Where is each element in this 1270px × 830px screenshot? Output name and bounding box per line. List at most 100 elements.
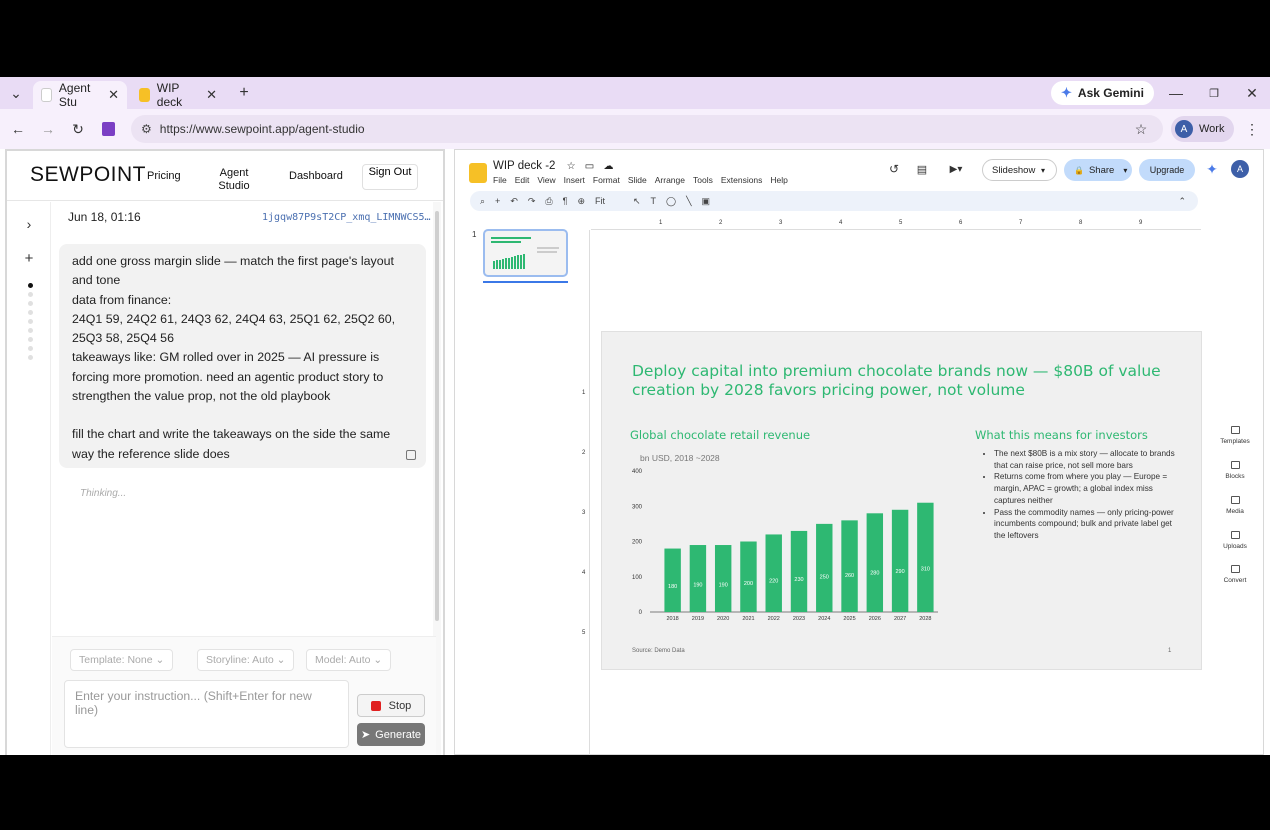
scrollbar-thumb[interactable] xyxy=(435,211,439,621)
nav-agent-studio[interactable]: Agent Studio xyxy=(213,167,255,193)
takeaway-list[interactable]: The next $80B is a mix story — allocate … xyxy=(994,448,1184,542)
history-dot[interactable] xyxy=(28,292,33,297)
media-tool[interactable]: Media xyxy=(1213,496,1257,515)
omnibox[interactable]: ⚙ https://www.sewpoint.app/agent-studio xyxy=(131,115,1163,143)
history-dot[interactable] xyxy=(28,319,33,324)
menu-view[interactable]: View xyxy=(537,175,555,185)
ask-gemini-button[interactable]: ✦ Ask Gemini xyxy=(1051,81,1154,105)
window-close-icon[interactable]: ✕ xyxy=(1244,85,1260,101)
comment-add-icon[interactable]: ▣ xyxy=(702,196,711,207)
editor-toolbar: ⌕ + ↶ ↷ ⎙ ¶ ⊕ Fit ↖ T ◯ ╲ ▣ ⌃ xyxy=(470,191,1198,211)
account-avatar[interactable]: A xyxy=(1231,160,1249,178)
blocks-tool[interactable]: Blocks xyxy=(1213,461,1257,480)
generate-button[interactable]: ➤ Generate xyxy=(357,723,425,746)
share-button[interactable]: 🔒 Share ▾ xyxy=(1064,159,1132,181)
minimize-icon[interactable]: — xyxy=(1168,85,1184,101)
menu-file[interactable]: File xyxy=(493,175,507,185)
logo[interactable]: SEWPOINT xyxy=(30,163,146,187)
menu-tools[interactable]: Tools xyxy=(693,175,713,185)
select-cursor-icon[interactable]: ↖ xyxy=(633,196,641,207)
storyline-select[interactable]: Storyline: Auto ⌄ xyxy=(197,649,295,671)
history-dot[interactable] xyxy=(28,310,33,315)
history-dot[interactable] xyxy=(28,301,33,306)
history-dot[interactable] xyxy=(28,355,33,360)
profile-button[interactable]: A Work xyxy=(1171,116,1235,142)
extension-icon[interactable] xyxy=(102,122,115,136)
undo-icon[interactable]: ↶ xyxy=(510,196,518,207)
collapse-toolbar-icon[interactable]: ⌃ xyxy=(1178,196,1186,207)
slideshow-button[interactable]: Slideshow ▾ xyxy=(982,159,1057,181)
meet-video-icon[interactable]: ▶▾ xyxy=(945,162,967,176)
text-box-icon[interactable]: T xyxy=(651,196,657,206)
menu-help[interactable]: Help xyxy=(770,175,787,185)
nav-pricing[interactable]: Pricing xyxy=(147,170,181,183)
uploads-tool[interactable]: Uploads xyxy=(1213,531,1257,550)
comments-icon[interactable]: ▤ xyxy=(915,162,929,176)
redo-icon[interactable]: ↷ xyxy=(528,196,536,207)
convert-tool[interactable]: Convert xyxy=(1213,565,1257,584)
tab-agent-studio[interactable]: Agent Stu ✕ xyxy=(33,81,127,109)
zoom-select[interactable]: Fit xyxy=(595,196,605,206)
move-folder-icon[interactable]: ▭ xyxy=(585,161,594,172)
copy-icon[interactable] xyxy=(406,450,416,460)
menu-edit[interactable]: Edit xyxy=(515,175,530,185)
close-icon[interactable]: ✕ xyxy=(108,87,119,103)
tab-list-chevron-icon[interactable]: ⌄ xyxy=(8,85,24,101)
slides-logo-icon[interactable] xyxy=(469,163,487,183)
nav-dashboard[interactable]: Dashboard xyxy=(289,170,343,183)
templates-tool[interactable]: Templates xyxy=(1213,426,1257,445)
model-select[interactable]: Model: Auto ⌄ xyxy=(306,649,392,671)
paint-format-icon[interactable]: ¶ xyxy=(563,196,568,206)
history-dot[interactable] xyxy=(28,337,33,342)
menu-insert[interactable]: Insert xyxy=(564,175,585,185)
slide-thumbnail[interactable] xyxy=(483,229,568,277)
document-title[interactable]: WIP deck -2 ☆ ▭ ☁ xyxy=(493,160,613,172)
slide-title[interactable]: Deploy capital into premium chocolate br… xyxy=(632,362,1172,400)
reload-icon[interactable]: ↻ xyxy=(70,121,86,137)
new-session-plus-icon[interactable]: + xyxy=(21,250,37,267)
bar-data-label: 180 xyxy=(668,584,677,590)
history-dot[interactable] xyxy=(28,346,33,351)
site-info-icon[interactable]: ⚙ xyxy=(141,122,152,136)
new-tab-plus-icon[interactable]: + xyxy=(236,84,252,101)
slide-canvas[interactable]: Deploy capital into premium chocolate br… xyxy=(601,331,1202,670)
history-dot-active[interactable] xyxy=(28,283,33,288)
print-icon[interactable]: ⎙ xyxy=(545,196,552,207)
stop-button[interactable]: Stop xyxy=(357,694,425,717)
more-menu-icon[interactable]: ⋮ xyxy=(1244,121,1260,137)
zoom-icon[interactable]: ⊕ xyxy=(577,196,585,207)
line-icon[interactable]: ╲ xyxy=(686,196,691,207)
menu-slide[interactable]: Slide xyxy=(628,175,647,185)
template-select[interactable]: Template: None ⌄ xyxy=(70,649,174,671)
slideshow-label: Slideshow xyxy=(992,164,1036,176)
menu-arrange[interactable]: Arrange xyxy=(655,175,685,185)
dropdown-arrow-icon[interactable]: ▾ xyxy=(1041,166,1045,175)
tab-wip-deck[interactable]: WIP deck ✕ xyxy=(131,81,225,109)
history-icon[interactable]: ↺ xyxy=(887,162,901,176)
dropdown-arrow-icon[interactable]: ▾ xyxy=(1123,166,1127,175)
x-tick-label: 2028 xyxy=(919,616,931,622)
new-slide-plus-icon[interactable]: + xyxy=(495,196,500,206)
star-icon[interactable]: ☆ xyxy=(567,161,576,172)
upgrade-button[interactable]: Upgrade xyxy=(1139,159,1195,181)
bookmark-star-icon[interactable]: ☆ xyxy=(1133,121,1149,137)
chart-heading[interactable]: Global chocolate retail revenue xyxy=(630,428,810,442)
shape-icon[interactable]: ◯ xyxy=(666,196,676,207)
chevron-right-icon[interactable]: › xyxy=(21,216,37,232)
menu-format[interactable]: Format xyxy=(593,175,620,185)
back-icon[interactable]: ← xyxy=(10,121,26,137)
menu-extensions[interactable]: Extensions xyxy=(721,175,763,185)
search-menus-icon[interactable]: ⌕ xyxy=(480,196,485,207)
x-tick-label: 2025 xyxy=(843,616,855,622)
gemini-sparkle-icon[interactable]: ✦ xyxy=(1205,161,1219,177)
revenue-bar-chart[interactable]: 0 100 200 300 400 180 2018 190 2019 190 2020 200 202… xyxy=(622,467,942,627)
instruction-input[interactable]: Enter your instruction... (Shift+Enter f… xyxy=(64,680,349,748)
forward-icon[interactable]: → xyxy=(40,121,56,137)
session-id[interactable]: 1jgqw87P9sT2CP_xmq_LIMNWCS5… xyxy=(262,212,431,223)
restore-icon[interactable]: ❐ xyxy=(1206,85,1222,101)
chart-subtitle[interactable]: bn USD, 2018 ~2028 xyxy=(640,453,720,463)
close-icon[interactable]: ✕ xyxy=(206,87,217,103)
side-heading[interactable]: What this means for investors xyxy=(975,428,1148,442)
sign-out-button[interactable]: Sign Out xyxy=(362,164,418,190)
history-dot[interactable] xyxy=(28,328,33,333)
